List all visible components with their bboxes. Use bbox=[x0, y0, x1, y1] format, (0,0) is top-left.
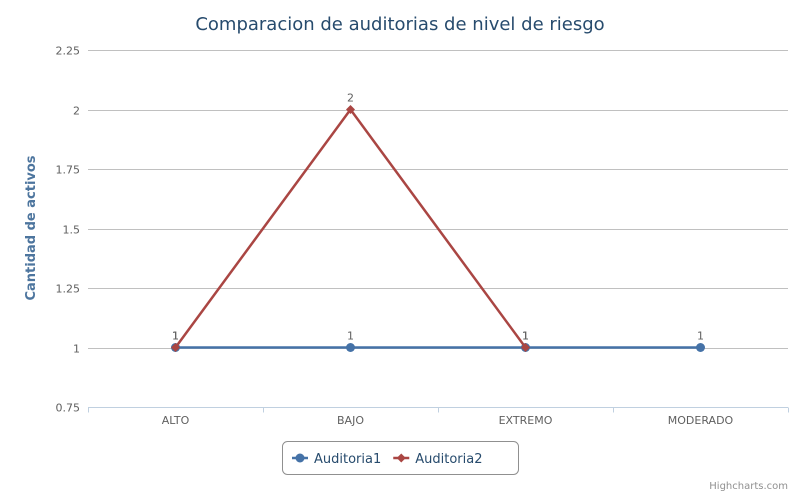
legend: Auditoria1 Auditoria2 bbox=[282, 441, 519, 475]
x-tick-label: ALTO bbox=[162, 414, 190, 427]
x-tick-label: EXTREMO bbox=[499, 414, 553, 427]
series-line-auditoria2 bbox=[174, 107, 527, 349]
y-tick-label: 2.25 bbox=[56, 45, 81, 58]
legend-item-auditoria1[interactable]: Auditoria1 bbox=[314, 452, 381, 467]
y-tick-label: 1.5 bbox=[63, 224, 81, 237]
legend-marker-auditoria1 bbox=[295, 453, 305, 463]
data-label: 1 bbox=[522, 330, 529, 343]
credits[interactable]: Highcharts.com bbox=[709, 481, 788, 492]
data-label: 1 bbox=[347, 330, 354, 343]
x-tick-label: BAJO bbox=[337, 414, 364, 427]
data-label: 1 bbox=[172, 330, 179, 343]
chart: Comparacion de auditorias de nivel de ri… bbox=[24, 14, 789, 492]
chart-title: Comparacion de auditorias de nivel de ri… bbox=[195, 14, 604, 35]
y-tick-label: 1.75 bbox=[56, 164, 81, 177]
data-label: 2 bbox=[347, 92, 354, 105]
y-axis-ticks: 0.75 1 1.25 1.5 1.75 2 2.25 bbox=[56, 45, 81, 415]
x-axis: ALTO BAJO EXTREMO MODERADO bbox=[88, 407, 789, 427]
y-axis-title: Cantidad de activos bbox=[24, 155, 39, 300]
legend-item-auditoria2[interactable]: Auditoria2 bbox=[415, 452, 482, 467]
data-labels: 1 1 1 1121 bbox=[172, 92, 704, 343]
series-group bbox=[171, 105, 705, 352]
data-point-auditoria1 bbox=[696, 343, 705, 352]
gridlines bbox=[88, 50, 788, 349]
data-point-auditoria1 bbox=[346, 343, 355, 352]
y-tick-label: 1 bbox=[73, 343, 80, 356]
y-tick-label: 2 bbox=[73, 105, 80, 118]
x-tick-label: MODERADO bbox=[668, 414, 734, 427]
data-label: 1 bbox=[697, 330, 704, 343]
y-tick-label: 0.75 bbox=[56, 402, 81, 415]
y-tick-label: 1.25 bbox=[56, 283, 81, 296]
